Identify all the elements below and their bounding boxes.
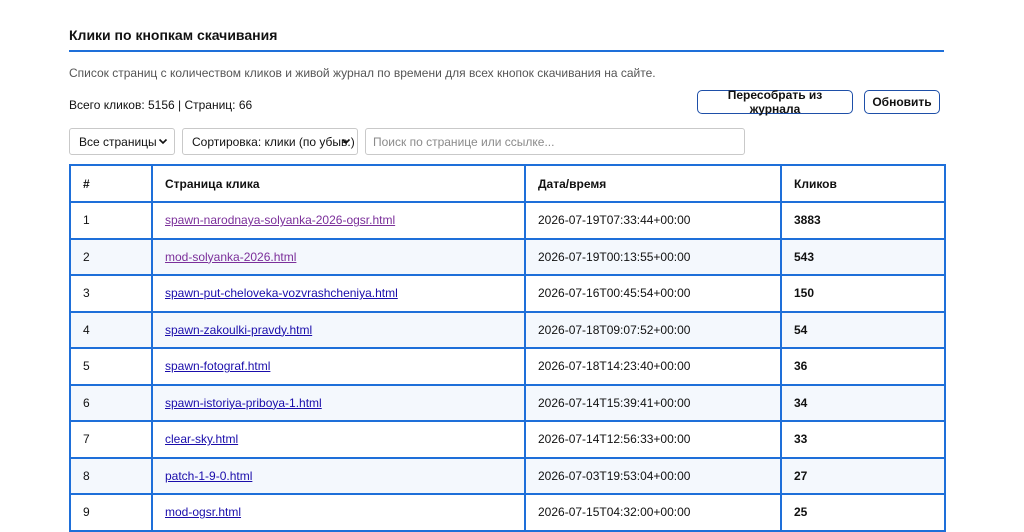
table-row: 5 spawn-fotograf.html 2026-07-18T14:23:40+… — [69, 347, 946, 386]
column-header-page[interactable]: Страница клика — [151, 164, 526, 203]
row-number-cell: 3 — [69, 274, 153, 313]
clicks-count-cell: 54 — [780, 310, 946, 349]
datetime-cell: 2026-07-18T09:07:52+00:00 — [524, 310, 782, 349]
title-divider — [69, 50, 944, 52]
table-row: 3 spawn-put-cheloveka-vozvrashcheniya.htm… — [69, 274, 946, 313]
page-link-cell: spawn-narodnaya-solyanka-2026-ogsr.html — [151, 201, 526, 240]
table-row: 4 spawn-zakoulki-pravdy.html 2026-07-18T09… — [69, 310, 946, 349]
clicks-count-cell: 36 — [780, 347, 946, 386]
clicks-table: # Страница клика Дата/время Кликов 1 spaw… — [69, 164, 946, 532]
row-number-cell: 1 — [69, 201, 153, 240]
rebuild-from-log-button[interactable]: Пересобрать из журнала — [697, 88, 853, 116]
sort-select[interactable]: Сортировка: клики (по убыв.) — [182, 128, 358, 155]
chevron-down-icon — [158, 138, 168, 145]
page-link[interactable]: patch-1-9-0.html — [165, 469, 252, 483]
clicks-count-cell: 3883 — [780, 201, 946, 240]
row-number-cell: 4 — [69, 310, 153, 349]
table-row: 6 spawn-istoriya-priboya-1.html 2026-07-14… — [69, 383, 946, 422]
page-link[interactable]: spawn-istoriya-priboya-1.html — [165, 396, 322, 410]
row-number-cell: 7 — [69, 420, 153, 459]
table-row: 8 patch-1-9-0.html 2026-07-03T19:53:04+00:… — [69, 456, 946, 495]
pages-filter-select[interactable]: Все страницы — [69, 128, 175, 155]
page-link-cell: spawn-fotograf.html — [151, 347, 526, 386]
totals-summary: Всего кликов: 5156 | Страниц: 66 — [69, 98, 253, 112]
page-description: Список страниц с количеством кликов и жи… — [69, 66, 656, 80]
pages-filter-value: Все страницы — [79, 134, 157, 149]
clicks-count-cell: 33 — [780, 420, 946, 459]
page-title: Клики по кнопкам скачивания — [69, 27, 278, 43]
table-row: 1 spawn-narodnaya-solyanka-2026-ogsr.html… — [69, 201, 946, 240]
datetime-cell: 2026-07-14T12:56:33+00:00 — [524, 420, 782, 459]
datetime-cell: 2026-07-14T15:39:41+00:00 — [524, 383, 782, 422]
datetime-cell: 2026-07-18T14:23:40+00:00 — [524, 347, 782, 386]
page-link[interactable]: spawn-zakoulki-pravdy.html — [165, 323, 312, 337]
table-row: 2 mod-solyanka-2026.html 2026-07-19T00:13:… — [69, 237, 946, 276]
datetime-cell: 2026-07-19T00:13:55+00:00 — [524, 237, 782, 276]
row-number-cell: 8 — [69, 456, 153, 495]
page-link[interactable]: mod-ogsr.html — [165, 505, 241, 519]
page-link[interactable]: spawn-narodnaya-solyanka-2026-ogsr.html — [165, 213, 395, 227]
page-link[interactable]: spawn-put-cheloveka-vozvrashcheniya.html — [165, 286, 398, 300]
page-link-cell: mod-solyanka-2026.html — [151, 237, 526, 276]
page-link-cell: patch-1-9-0.html — [151, 456, 526, 495]
datetime-cell: 2026-07-03T19:53:04+00:00 — [524, 456, 782, 495]
table-row: 7 clear-sky.html 2026-07-14T12:56:33+00:00… — [69, 420, 946, 459]
column-header-datetime[interactable]: Дата/время — [524, 164, 782, 203]
table-row: 9 mod-ogsr.html 2026-07-15T04:32:00+00:00 2… — [69, 493, 946, 532]
chevron-down-icon — [341, 138, 351, 145]
datetime-cell: 2026-07-15T04:32:00+00:00 — [524, 493, 782, 532]
page-link[interactable]: clear-sky.html — [165, 432, 238, 446]
column-header-number[interactable]: # — [69, 164, 153, 203]
page-link[interactable]: mod-solyanka-2026.html — [165, 250, 296, 264]
refresh-button[interactable]: Обновить — [864, 90, 940, 114]
clicks-count-cell: 34 — [780, 383, 946, 422]
sort-value: Сортировка: клики (по убыв.) — [192, 134, 355, 149]
clicks-count-cell: 27 — [780, 456, 946, 495]
page-link-cell: clear-sky.html — [151, 420, 526, 459]
row-number-cell: 5 — [69, 347, 153, 386]
row-number-cell: 2 — [69, 237, 153, 276]
datetime-cell: 2026-07-16T00:45:54+00:00 — [524, 274, 782, 313]
page-link-cell: spawn-istoriya-priboya-1.html — [151, 383, 526, 422]
datetime-cell: 2026-07-19T07:33:44+00:00 — [524, 201, 782, 240]
search-input[interactable] — [365, 128, 745, 155]
page-link[interactable]: spawn-fotograf.html — [165, 359, 270, 373]
clicks-count-cell: 150 — [780, 274, 946, 313]
clicks-count-cell: 543 — [780, 237, 946, 276]
row-number-cell: 9 — [69, 493, 153, 532]
page-link-cell: spawn-put-cheloveka-vozvrashcheniya.html — [151, 274, 526, 313]
column-header-clicks[interactable]: Кликов — [780, 164, 946, 203]
clicks-count-cell: 25 — [780, 493, 946, 532]
page-link-cell: mod-ogsr.html — [151, 493, 526, 532]
page-link-cell: spawn-zakoulki-pravdy.html — [151, 310, 526, 349]
table-header-row: # Страница клика Дата/время Кликов — [69, 164, 946, 203]
row-number-cell: 6 — [69, 383, 153, 422]
